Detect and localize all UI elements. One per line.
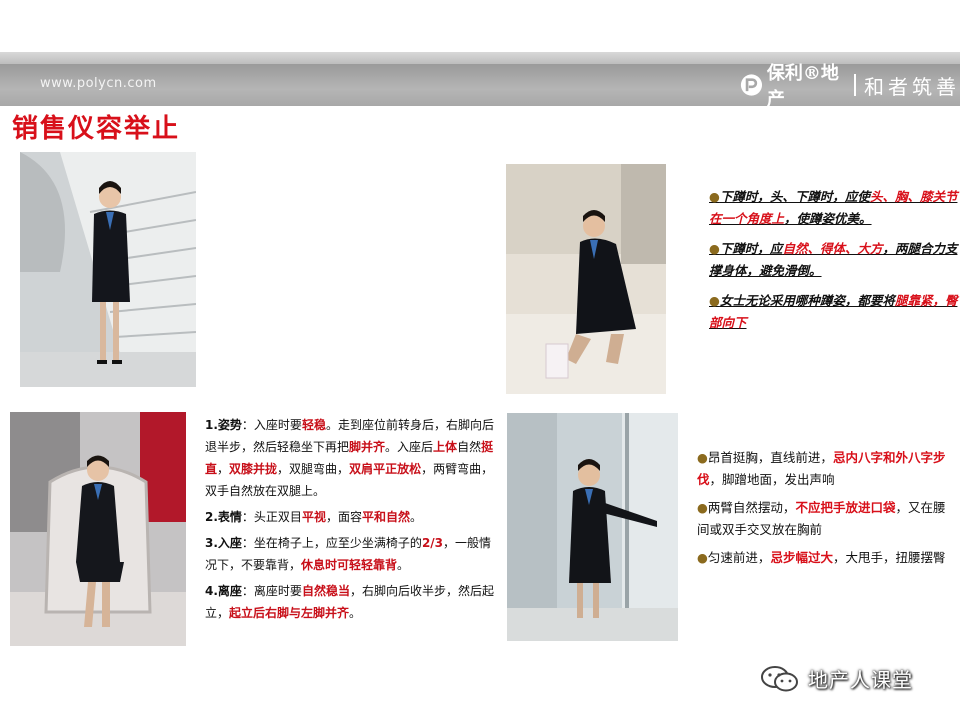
squat-tips: ●下蹲时，头、下蹲时，应使头、胸、膝关节在一个角度上，使蹲姿优美。 ●下蹲时，应自… <box>709 186 959 342</box>
highlight-text: 平视 <box>301 510 326 524</box>
wechat-icon <box>761 665 798 691</box>
tip-text: 4.离座 <box>205 584 242 598</box>
bullet-icon: ● <box>709 293 720 308</box>
brand-name: 保利®地产 <box>766 63 839 110</box>
highlight-text: 双肩平正放松 <box>349 462 422 476</box>
sitting-tips: 1.姿势：入座时要轻稳。走到座位前转身后，右脚向后退半步，然后轻稳坐下再把脚并齐… <box>205 414 501 628</box>
walking-pose-photo <box>507 413 678 641</box>
tip-text: 下蹲时，头、下蹲时，应使 <box>719 189 870 204</box>
poly-logo-icon <box>740 74 763 96</box>
header-bar: www.polycn.com 保利®地产 和者筑善 <box>0 63 960 110</box>
highlight-text: 休息时可轻轻靠背 <box>301 558 398 572</box>
tip-text: ，使蹲姿优美。 <box>784 211 872 226</box>
walking-tips: ●昂首挺胸，直线前进，忌内八字和外八字步伐，脚蹭地面，发出声响 ●两臂自然摆动，不… <box>697 447 952 575</box>
highlight-text: 上体 <box>433 440 458 454</box>
tip-item: ●女士无论采用哪种蹲姿，都要将腿靠紧，臀部向下 <box>709 290 959 334</box>
highlight-text: 起立后右脚与左脚并齐 <box>229 606 350 620</box>
website-url[interactable]: www.polycn.com <box>40 76 157 91</box>
highlight-text: 脚并齐 <box>349 440 386 454</box>
tip-text: ，大甩手，扭腰摆臀 <box>832 550 946 565</box>
tip-item: 2.表情：头正双目平视，面容平和自然。 <box>205 506 501 528</box>
tip-text: 匀速前进， <box>707 550 771 565</box>
tip-text: 1.姿势 <box>205 418 242 432</box>
highlight-text: 自然、得体、大方 <box>782 241 883 256</box>
tip-text: ：入座时要 <box>241 418 302 432</box>
bullet-icon: ● <box>709 241 720 256</box>
tip-text: ：离座时要 <box>241 584 302 598</box>
highlight-text: 自然稳当 <box>301 584 350 598</box>
tip-item: 1.姿势：入座时要轻稳。走到座位前转身后，右脚向后退半步，然后轻稳坐下再把脚并齐… <box>205 414 501 502</box>
tip-text: 女士无论采用哪种蹲姿，都要将 <box>719 293 895 308</box>
tip-item: 3.入座：坐在椅子上，应至少坐满椅子的2/3，一般情况下，不要靠背，休息时可轻轻… <box>205 532 501 576</box>
tip-item: 4.离座：离座时要自然稳当，右脚向后收半步，然后起立，起立后右脚与左脚并齐。 <box>205 580 501 624</box>
tip-text: ，双腿弯曲， <box>277 462 350 476</box>
tip-text: 下蹲时，应 <box>719 241 783 256</box>
sitting-pose-photo <box>10 412 186 646</box>
tip-text: ， <box>217 462 230 476</box>
tip-item: ●匀速前进，忌步幅过大，大甩手，扭腰摆臀 <box>697 547 952 569</box>
tip-text: ：头正双目 <box>241 510 302 524</box>
highlight-text: 双膝并拢 <box>229 462 278 476</box>
tip-text: ：坐在椅子上，应至少坐满椅子的 <box>241 536 422 550</box>
tip-text: 2.表情 <box>205 510 242 524</box>
tip-text: 。 <box>397 558 410 572</box>
tip-text: 。 <box>349 606 362 620</box>
highlight-text: 2/3 <box>421 536 444 550</box>
highlight-text: 轻稳 <box>301 418 326 432</box>
tip-text: 3.入座 <box>205 536 242 550</box>
tip-item: ●下蹲时，应自然、得体、大方，两腿合力支撑身体，避免滑倒。 <box>709 238 959 282</box>
bullet-icon: ● <box>697 500 708 515</box>
watermark: 地产人课堂 <box>760 664 913 693</box>
tip-item: ●两臂自然摆动，不应把手放进口袋，又在腰间或双手交叉放在胸前 <box>697 497 952 541</box>
bullet-icon: ● <box>709 189 720 204</box>
tip-text: 自然 <box>457 440 482 454</box>
tip-item: ●昂首挺胸，直线前进，忌内八字和外八字步伐，脚蹭地面，发出声响 <box>697 447 952 491</box>
tip-item: ●下蹲时，头、下蹲时，应使头、胸、膝关节在一个角度上，使蹲姿优美。 <box>709 186 959 230</box>
highlight-text: 不应把手放进口袋 <box>795 500 896 515</box>
bullet-icon: ● <box>697 550 708 565</box>
highlight-text: 忌步幅过大 <box>770 550 833 565</box>
standing-pose-photo <box>20 152 196 387</box>
brand-block: 保利®地产 和者筑善 <box>740 63 960 110</box>
page-title: 销售仪容举止 <box>12 114 181 144</box>
tip-text: ，面容 <box>325 510 362 524</box>
brand-slogan: 和者筑善 <box>864 74 960 99</box>
tip-text: 。入座后 <box>385 440 434 454</box>
highlight-text: 平和自然 <box>361 510 410 524</box>
tip-text: 昂首挺胸，直线前进， <box>707 450 833 465</box>
brand-divider <box>854 74 857 96</box>
tip-text: 两臂自然摆动， <box>707 500 796 515</box>
watermark-text: 地产人课堂 <box>808 668 913 692</box>
squatting-pose-photo <box>506 164 666 394</box>
bullet-icon: ● <box>697 450 708 465</box>
tip-text: 。 <box>409 510 422 524</box>
tip-text: ，脚蹭地面，发出声响 <box>709 472 835 487</box>
